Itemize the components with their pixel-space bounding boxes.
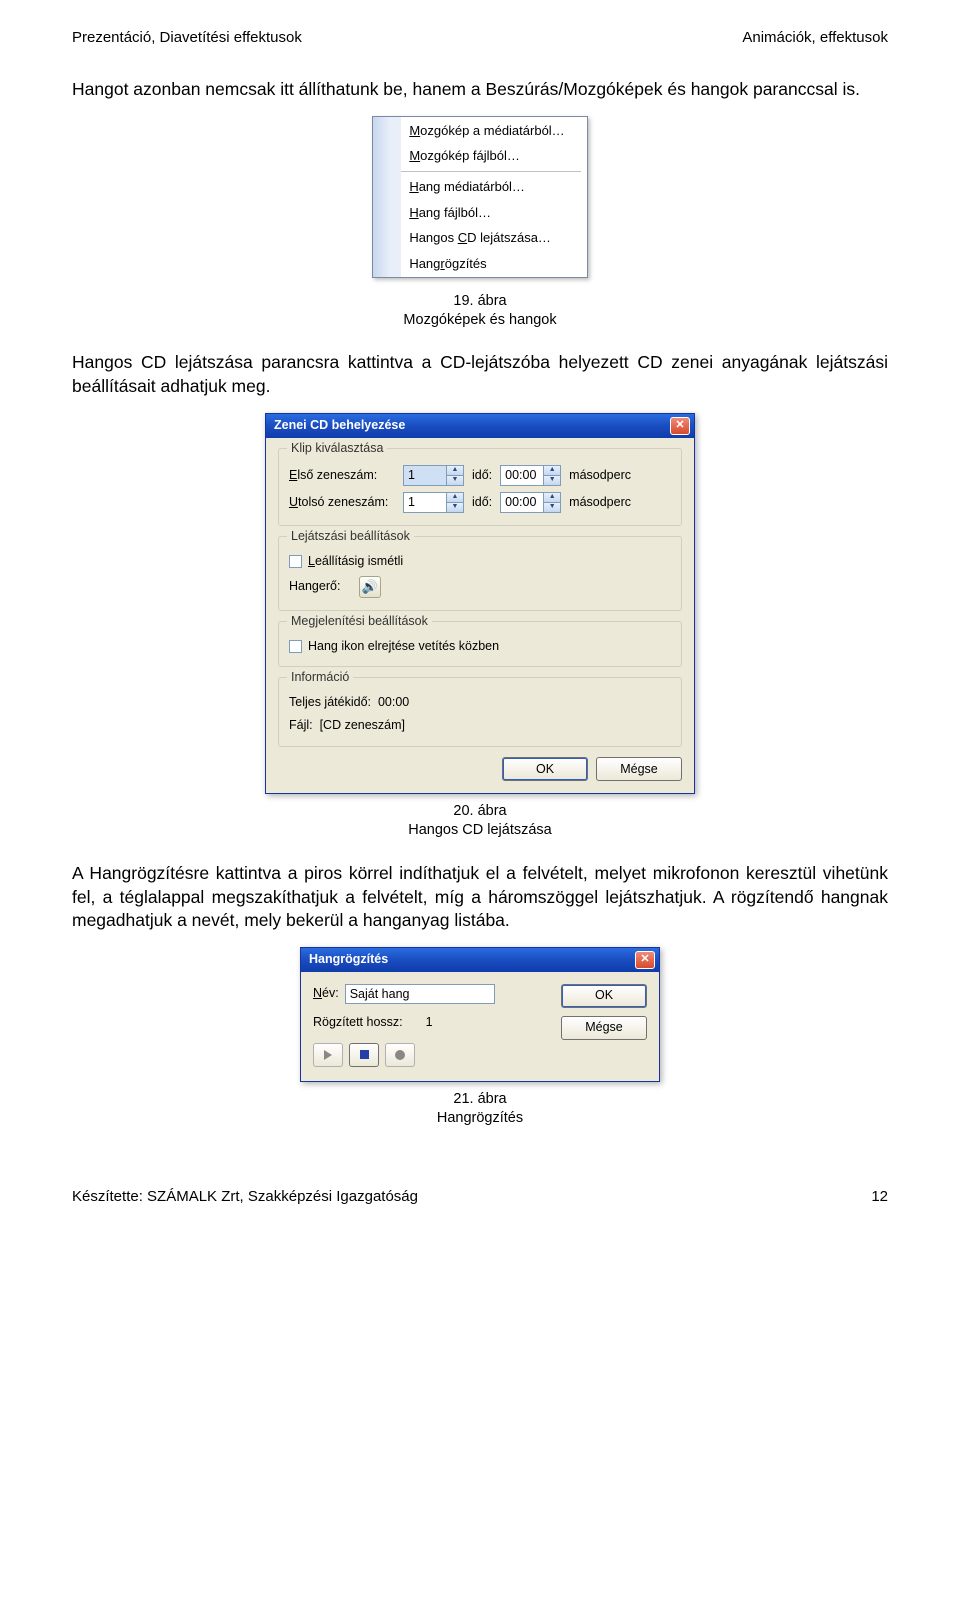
first-unit: másodperc: [569, 467, 631, 484]
total-time-row: Teljes játékidő: 00:00: [289, 694, 671, 711]
last-time-spinner[interactable]: ▲▼: [500, 492, 561, 513]
page-header: Prezentáció, Diavetítési effektusok Anim…: [72, 28, 888, 48]
first-track-label: Első zeneszám:: [289, 467, 395, 484]
total-time-value: 00:00: [378, 695, 409, 709]
speaker-icon[interactable]: 🔊: [359, 576, 381, 598]
record-button[interactable]: [385, 1043, 415, 1067]
menu-item-cd-play[interactable]: Hangos CD lejátszása…: [401, 225, 586, 251]
group-playback-legend: Lejátszási beállítások: [287, 528, 414, 545]
spin-down-icon[interactable]: ▼: [544, 503, 560, 512]
caption-21-line1: 21. ábra: [453, 1091, 506, 1107]
spin-up-icon[interactable]: ▲: [447, 493, 463, 503]
header-left: Prezentáció, Diavetítési effektusok: [72, 28, 302, 48]
rec-name-label: Név:: [313, 985, 339, 1002]
cd-dialog: Zenei CD behelyezése ✕ Klip kiválasztása…: [265, 413, 695, 795]
checkbox-box-icon[interactable]: [289, 555, 302, 568]
group-display-legend: Megjelenítési beállítások: [287, 613, 432, 630]
spin-up-icon[interactable]: ▲: [544, 466, 560, 476]
last-track-label: Utolsó zeneszám:: [289, 494, 395, 511]
group-clip-legend: Klip kiválasztása: [287, 440, 387, 457]
play-button[interactable]: [313, 1043, 343, 1067]
total-time-label: Teljes játékidő:: [289, 695, 371, 709]
last-unit: másodperc: [569, 494, 631, 511]
group-info: Információ Teljes játékidő: 00:00 Fájl: …: [278, 677, 682, 747]
footer-left: Készítette: SZÁMALK Zrt, Szakképzési Iga…: [72, 1187, 418, 1207]
rec-length-value: 1: [426, 1014, 433, 1031]
file-row: Fájl: [CD zeneszám]: [289, 717, 671, 734]
rec-name-input[interactable]: [345, 984, 495, 1004]
first-track-spinner[interactable]: ▲▼: [403, 465, 464, 486]
last-track-input[interactable]: [404, 493, 446, 512]
footer-page-number: 12: [871, 1187, 888, 1207]
caption-19-line2: Mozgóképek és hangok: [403, 312, 556, 328]
last-time-input[interactable]: [501, 493, 543, 512]
spin-up-icon[interactable]: ▲: [447, 466, 463, 476]
last-time-label: idő:: [472, 494, 492, 511]
close-icon[interactable]: ✕: [670, 417, 690, 435]
caption-21: 21. ábra Hangrögzítés: [72, 1090, 888, 1128]
cd-dialog-title: Zenei CD behelyezése: [274, 417, 405, 434]
caption-20-line1: 20. ábra: [453, 803, 506, 819]
caption-19: 19. ábra Mozgóképek és hangok: [72, 292, 888, 330]
play-icon: [324, 1050, 332, 1060]
record-icon: [395, 1050, 405, 1060]
rec-length-label: Rögzített hossz:: [313, 1014, 403, 1031]
group-clip-select: Klip kiválasztása Első zeneszám: ▲▼ idő:…: [278, 448, 682, 526]
hide-icon-label: Hang ikon elrejtése vetítés közben: [308, 638, 499, 655]
cd-dialog-titlebar[interactable]: Zenei CD behelyezése ✕: [266, 414, 694, 438]
caption-19-line1: 19. ábra: [453, 293, 506, 309]
menu-separator: [401, 171, 580, 172]
ok-button[interactable]: OK: [561, 984, 647, 1008]
checkbox-box-icon[interactable]: [289, 640, 302, 653]
figure-21: Hangrögzítés ✕ Név: Rögzített hossz: 1: [72, 947, 888, 1082]
record-dialog-titlebar[interactable]: Hangrögzítés ✕: [301, 948, 659, 972]
spin-up-icon[interactable]: ▲: [544, 493, 560, 503]
group-playback: Lejátszási beállítások Leállításig ismét…: [278, 536, 682, 611]
menu-item-record[interactable]: Hangrögzítés: [401, 251, 586, 277]
hide-icon-checkbox[interactable]: Hang ikon elrejtése vetítés közben: [289, 638, 671, 655]
first-track-input[interactable]: [404, 466, 446, 485]
caption-20-line2: Hangos CD lejátszása: [408, 822, 551, 838]
volume-label: Hangerő:: [289, 578, 351, 595]
caption-21-line2: Hangrögzítés: [437, 1110, 523, 1126]
group-display: Megjelenítési beállítások Hang ikon elre…: [278, 621, 682, 668]
record-dialog-title: Hangrögzítés: [309, 951, 388, 968]
ok-button[interactable]: OK: [502, 757, 588, 781]
stop-button[interactable]: [349, 1043, 379, 1067]
figure-20: Zenei CD behelyezése ✕ Klip kiválasztása…: [72, 413, 888, 795]
repeat-checkbox[interactable]: Leállításig ismétli: [289, 553, 671, 570]
last-track-spinner[interactable]: ▲▼: [403, 492, 464, 513]
menu-item-movie-media[interactable]: Mozgókép a médiatárból…: [401, 118, 586, 144]
spin-down-icon[interactable]: ▼: [544, 476, 560, 485]
first-time-label: idő:: [472, 467, 492, 484]
menu-item-sound-file[interactable]: Hang fájlból…: [401, 200, 586, 226]
record-dialog: Hangrögzítés ✕ Név: Rögzített hossz: 1: [300, 947, 660, 1082]
close-icon[interactable]: ✕: [635, 951, 655, 969]
cancel-button[interactable]: Mégse: [561, 1016, 647, 1040]
group-info-legend: Információ: [287, 669, 353, 686]
header-right: Animációk, effektusok: [742, 28, 888, 48]
spin-down-icon[interactable]: ▼: [447, 503, 463, 512]
context-menu: Mozgókép a médiatárból… Mozgókép fájlból…: [372, 116, 587, 278]
page-footer: Készítette: SZÁMALK Zrt, Szakképzési Iga…: [72, 1187, 888, 1207]
cancel-button[interactable]: Mégse: [596, 757, 682, 781]
figure-19: Mozgókép a médiatárból… Mozgókép fájlból…: [72, 116, 888, 284]
paragraph-2: Hangos CD lejátszása parancsra kattintva…: [72, 351, 888, 398]
menu-icon-strip: [373, 117, 401, 277]
spin-down-icon[interactable]: ▼: [447, 476, 463, 485]
file-label: Fájl:: [289, 718, 313, 732]
first-time-spinner[interactable]: ▲▼: [500, 465, 561, 486]
paragraph-3: A Hangrögzítésre kattintva a piros körre…: [72, 862, 888, 933]
menu-item-sound-media[interactable]: Hang médiatárból…: [401, 174, 586, 200]
menu-item-movie-file[interactable]: Mozgókép fájlból…: [401, 143, 586, 169]
first-time-input[interactable]: [501, 466, 543, 485]
stop-icon: [360, 1050, 369, 1059]
paragraph-1: Hangot azonban nemcsak itt állíthatunk b…: [72, 78, 888, 102]
file-value: [CD zeneszám]: [320, 718, 405, 732]
repeat-label: Leállításig ismétli: [308, 553, 403, 570]
caption-20: 20. ábra Hangos CD lejátszása: [72, 802, 888, 840]
